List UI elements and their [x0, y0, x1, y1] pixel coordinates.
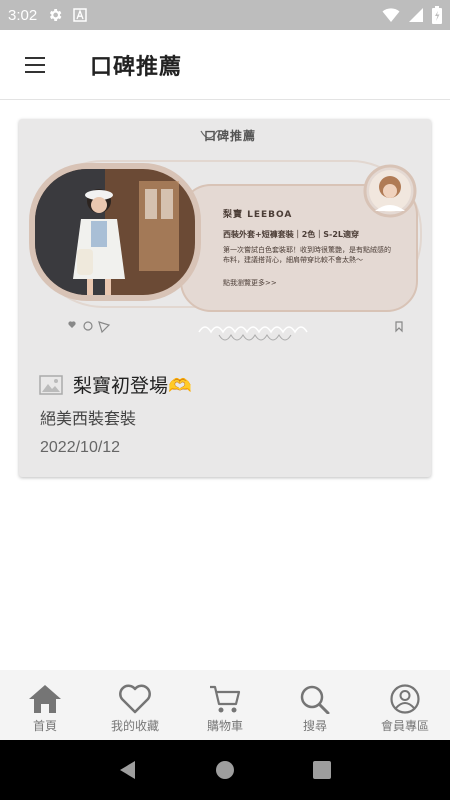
nav-label-home: 首頁: [32, 719, 57, 733]
app-bar: 口碑推薦: [0, 30, 450, 100]
nav-label-search: 搜尋: [302, 719, 327, 733]
app-screen: 3:02 口碑推薦 口碑推薦 梨寶 LEEBOA 西裝外套+短褲套裝｜2色｜S-…: [0, 0, 450, 800]
image-icon: [39, 374, 63, 395]
nav-label-favorites: 我的收藏: [110, 719, 159, 733]
page-title: 口碑推薦: [90, 54, 183, 80]
recents-button[interactable]: [302, 750, 342, 790]
promo-header-text: 口碑推薦: [204, 129, 257, 143]
promo-product: 西裝外套+短褲套裝｜2色｜S-2L適穿: [223, 230, 360, 239]
hamburger-icon: [25, 56, 45, 73]
nav-label-account: 會員專區: [380, 719, 429, 733]
wifi-icon: [382, 8, 400, 22]
home-icon: [29, 685, 61, 713]
post-title-row: 梨寶初登場🫶: [39, 371, 192, 398]
nav-label-cart: 購物車: [206, 719, 243, 733]
status-bar: 3:02: [0, 0, 450, 30]
account-icon: [390, 684, 420, 714]
nav-item-home[interactable]: 首頁: [0, 670, 90, 740]
post-date: 2022/10/12: [40, 439, 121, 456]
post-card[interactable]: 口碑推薦 梨寶 LEEBOA 西裝外套+短褲套裝｜2色｜S-2L適穿 第一次嘗試…: [19, 119, 431, 477]
recents-icon: [312, 761, 331, 779]
nav-item-account[interactable]: 會員專區: [360, 670, 450, 740]
signal-icon: [409, 8, 423, 22]
bottom-nav: 首頁 我的收藏 購物車 搜尋 會員專區: [0, 670, 450, 740]
settings-icon: [50, 9, 62, 21]
status-left-icons: [47, 7, 87, 23]
battery-icon: [432, 6, 442, 24]
nav-item-favorites[interactable]: 我的收藏: [90, 670, 180, 740]
post-subtitle: 絕美西裝套裝: [40, 409, 137, 428]
text-a-icon: [73, 8, 87, 22]
promo-header: 口碑推薦: [204, 127, 256, 144]
post-title: 梨寶初登場🫶: [73, 375, 192, 397]
nav-item-search[interactable]: 搜尋: [270, 670, 360, 740]
back-icon: [120, 761, 136, 779]
search-icon: [300, 685, 330, 714]
promo-text-block: 梨寶 LEEBOA 西裝外套+短褲套裝｜2色｜S-2L適穿 第一次嘗試白色套裝耶…: [223, 207, 423, 288]
promo-more-link: 點我瀏覽更多>>: [223, 279, 277, 287]
promo-brand: 梨寶 LEEBOA: [223, 210, 293, 220]
status-time: 3:02: [8, 6, 38, 24]
menu-button[interactable]: [0, 30, 70, 100]
system-nav-bar: [0, 740, 450, 800]
back-button[interactable]: [108, 750, 148, 790]
promo-image[interactable]: 口碑推薦 梨寶 LEEBOA 西裝外套+短褲套裝｜2色｜S-2L適穿 第一次嘗試…: [19, 119, 431, 359]
post-text: 梨寶初登場🫶 絕美西裝套裝 2022/10/12: [19, 359, 431, 477]
status-right-icons: [382, 6, 442, 24]
heart-icon: [119, 684, 151, 714]
cart-icon: [210, 685, 241, 713]
home-button[interactable]: [205, 750, 245, 790]
promo-description: 第一次嘗試白色套裝耶！收到時很驚艷，是有點絨感的布料，建議搭背心，細肩帶穿比較不…: [223, 246, 391, 264]
home-circle-icon: [215, 761, 234, 779]
nav-item-cart[interactable]: 購物車: [180, 670, 270, 740]
